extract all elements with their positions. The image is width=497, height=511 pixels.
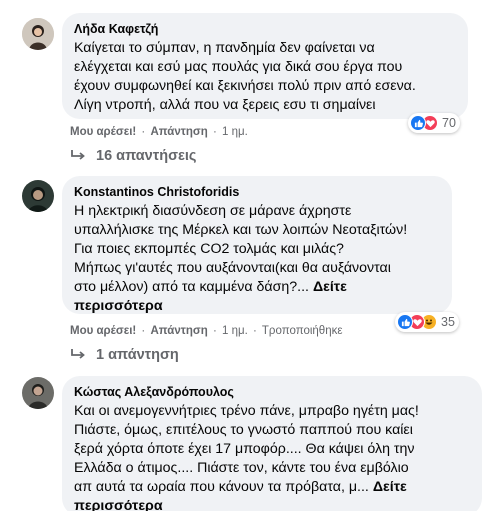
comment-author[interactable]: Λήδα Καφετζή bbox=[74, 21, 456, 37]
comment-bubble: Konstantinos Christoforidis Η ηλεκτρική … bbox=[62, 176, 452, 314]
comment-text: Η ηλεκτρική διασύνδεση σε μάρανε άχρηστε… bbox=[74, 202, 440, 316]
comment-author[interactable]: Κώστας Αλεξανδρόπουλος bbox=[74, 384, 470, 400]
reply-button[interactable]: Απάντηση bbox=[150, 126, 207, 138]
comment-time[interactable]: 1 ημ. bbox=[222, 325, 248, 337]
comment-actions: Μου αρέσει! · Απάντηση · 1 ημ. · Τροποπο… bbox=[70, 325, 343, 337]
like-button[interactable]: Μου αρέσει! bbox=[70, 325, 136, 337]
reaction-summary[interactable]: 70 bbox=[408, 113, 460, 133]
reaction-count: 35 bbox=[441, 315, 455, 329]
comment-author[interactable]: Konstantinos Christoforidis bbox=[74, 184, 440, 200]
see-more-link[interactable]: περισσότερα bbox=[74, 297, 440, 316]
comment-bubble: Κώστας Αλεξανδρόπουλος Και οι ανεμογεννή… bbox=[62, 376, 482, 511]
avatar[interactable] bbox=[22, 180, 54, 212]
like-button[interactable]: Μου αρέσει! bbox=[70, 126, 136, 138]
reply-arrow-icon bbox=[71, 150, 85, 160]
reaction-summary[interactable]: 35 bbox=[395, 312, 459, 332]
reaction-count: 70 bbox=[442, 116, 456, 130]
comment-text: Καίγεται το σύμπαν, η πανδημία δεν φαίνε… bbox=[74, 40, 416, 113]
see-more-link[interactable]: Δείτε bbox=[313, 279, 347, 295]
comment-actions: Μου αρέσει! · Απάντηση · 1 ημ. bbox=[70, 126, 248, 138]
edited-label: Τροποποιήθηκε bbox=[261, 325, 343, 337]
avatar[interactable] bbox=[22, 377, 54, 409]
like-reaction-icon bbox=[397, 314, 413, 330]
see-more-link[interactable]: Δείτε bbox=[373, 479, 407, 495]
comment-time[interactable]: 1 ημ. bbox=[222, 126, 248, 138]
comment-bubble: Λήδα Καφετζή Καίγεται το σύμπαν, η πανδη… bbox=[62, 13, 468, 119]
reply-button[interactable]: Απάντηση bbox=[150, 325, 207, 337]
comment-text: Και οι ανεμογεννήτριες τρένο πάνε, μπραβ… bbox=[74, 402, 470, 511]
view-replies-link[interactable]: 16 απαντήσεις bbox=[70, 148, 196, 164]
view-replies-link[interactable]: 1 απάντηση bbox=[70, 347, 179, 363]
avatar[interactable] bbox=[22, 18, 54, 50]
like-reaction-icon bbox=[410, 115, 426, 131]
see-more-link[interactable]: περισσότερα bbox=[74, 497, 470, 511]
reply-arrow-icon bbox=[71, 349, 85, 359]
